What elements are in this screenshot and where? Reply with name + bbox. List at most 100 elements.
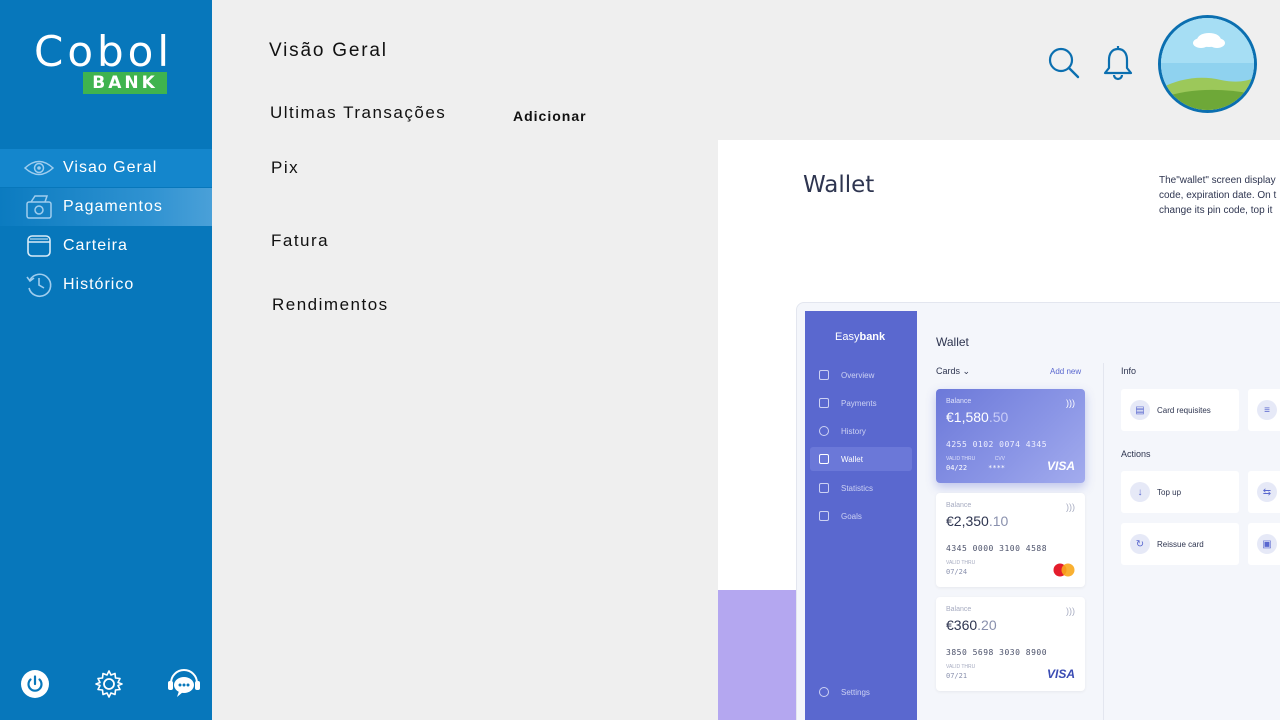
menu-fatura[interactable]: Fatura: [271, 231, 329, 251]
sidebar-item-label: Carteira: [63, 237, 128, 254]
card-valid-label: VALID THRU CVV: [946, 456, 1005, 462]
card-brand-visa: VISA: [1046, 459, 1075, 473]
card-expiry: 07/21: [946, 672, 968, 680]
add-button[interactable]: Adicionar: [513, 108, 587, 124]
mockup-cards-label: Cards ⌄: [936, 366, 970, 377]
gear-icon: [819, 687, 829, 697]
action-tile-label: Top up: [1157, 487, 1182, 497]
card-balance-whole: €2,350: [946, 513, 989, 529]
mockup-brand-light: Easy: [835, 331, 860, 343]
card-balance-label: Balance: [946, 398, 972, 405]
card-balance-whole: €360: [946, 617, 978, 633]
mastercard-logo-icon: [1053, 563, 1075, 577]
mockup-add-new: Add new: [1050, 367, 1082, 376]
card-balance-cents: .10: [988, 513, 1009, 529]
mockup-nav-label: Settings: [841, 687, 870, 697]
card-balance-cents: .20: [977, 617, 997, 633]
eye-icon: [24, 153, 54, 183]
card-number: 4345 0000 3100 4588: [946, 544, 1048, 553]
mockup-sidebar: Easybank Overview Payments History Walle…: [805, 311, 917, 720]
wallet-icon: [819, 454, 829, 464]
document-icon: ▤: [1130, 400, 1150, 420]
mockup-action-tile: ⇆: [1248, 471, 1280, 513]
card-balance-label: Balance: [946, 606, 972, 613]
mockup-action-tile: ▣: [1248, 523, 1280, 565]
sidebar-item-historico[interactable]: Histórico: [0, 266, 212, 304]
gear-icon[interactable]: [91, 666, 127, 702]
card-balance: €1,580.50: [946, 409, 1008, 425]
contactless-icon: ))): [1066, 398, 1075, 408]
brand-logo[interactable]: Cobol BANK: [34, 30, 174, 100]
contactless-icon: ))): [1066, 502, 1075, 512]
menu-rendimentos[interactable]: Rendimentos: [272, 295, 389, 315]
lock-icon: ▣: [1257, 534, 1277, 554]
card-brand-visa: VISA: [1046, 667, 1075, 681]
card-expiry: 07/24: [946, 568, 968, 576]
brand-badge: BANK: [83, 72, 167, 94]
preview-description-line: change its pin code, top it: [1159, 205, 1273, 216]
brand-name: Cobol: [34, 27, 174, 76]
card-expiry: 04/22 ****: [946, 464, 1005, 472]
card-valid-label: VALID THRU: [946, 560, 976, 566]
card-number: 4255 0102 0074 4345: [946, 440, 1048, 449]
history-icon: [819, 426, 829, 436]
mockup-nav-overview: Overview: [810, 363, 912, 387]
mockup-main-title: Wallet: [936, 335, 969, 349]
wallet-app-mockup: Easybank Overview Payments History Walle…: [796, 302, 1280, 720]
mockup-nav-label: Goals: [841, 511, 862, 521]
mockup-nav-history: History: [810, 419, 912, 443]
card-cvv-label: CVV: [994, 456, 1005, 462]
mockup-cards-label-text: Cards: [936, 366, 961, 376]
divider: [1103, 363, 1104, 720]
wallet-preview-image: Wallet The"wallet" screen display code, …: [718, 140, 1280, 720]
refresh-icon: ↻: [1130, 534, 1150, 554]
sidebar-item-carteira[interactable]: Carteira: [0, 227, 212, 265]
preview-description-line: code, expiration date. On t: [1159, 190, 1277, 201]
preview-description-line: The"wallet" screen display: [1159, 175, 1276, 186]
statistics-icon: [819, 483, 829, 493]
chevron-down-icon: ⌄: [962, 366, 971, 376]
card-balance: €2,350.10: [946, 513, 1008, 529]
sidebar-item-pagamentos[interactable]: Pagamentos: [0, 188, 212, 226]
mockup-actions-label: Actions: [1121, 449, 1151, 459]
card-expiry-value: 04/22: [946, 464, 968, 472]
sidebar: Cobol BANK Visao Geral Pagamentos Cartei…: [0, 0, 212, 720]
card-number: 3850 5698 3030 8900: [946, 648, 1048, 657]
action-tile-label: Reissue card: [1157, 539, 1204, 549]
mockup-nav-wallet: Wallet: [810, 447, 912, 471]
mockup-nav-goals: Goals: [810, 504, 912, 528]
mockup-action-tile: ↻ Reissue card: [1121, 523, 1239, 565]
mockup-info-tile: ▤ Card requisites: [1121, 389, 1239, 431]
mockup-nav-label: History: [841, 426, 866, 436]
menu-ultimas-transacoes[interactable]: Ultimas Transações: [270, 103, 446, 123]
mockup-nav-payments: Payments: [810, 391, 912, 415]
menu-pix[interactable]: Pix: [271, 158, 299, 178]
mockup-nav-label: Wallet: [841, 454, 863, 464]
wallet-icon: [24, 231, 54, 261]
mockup-nav-settings: Settings: [810, 680, 912, 704]
search-icon[interactable]: [1046, 45, 1082, 81]
money-icon: [24, 192, 54, 222]
mockup-brand-bold: bank: [859, 331, 886, 343]
user-avatar[interactable]: [1158, 15, 1257, 113]
star-icon: [819, 511, 829, 521]
sidebar-item-label: Pagamentos: [63, 198, 163, 215]
preview-title: Wallet: [803, 172, 875, 198]
mockup-nav-label: Payments: [841, 398, 877, 408]
sidebar-item-visao-geral[interactable]: Visao Geral: [0, 149, 212, 187]
transfer-icon: ⇆: [1257, 482, 1277, 502]
bell-icon[interactable]: [1101, 44, 1135, 82]
power-icon[interactable]: [17, 666, 53, 702]
card-balance-label: Balance: [946, 502, 972, 509]
mockup-card: Balance €360.20 ))) 3850 5698 3030 8900 …: [936, 597, 1085, 691]
mockup-nav-statistics: Statistics: [810, 476, 912, 500]
card-cvv-value: ****: [988, 464, 1006, 472]
sidebar-item-label: Visao Geral: [63, 159, 158, 176]
decorative-block: [718, 590, 798, 720]
mockup-action-tile: ↓ Top up: [1121, 471, 1239, 513]
arrow-down-icon: ↓: [1130, 482, 1150, 502]
mockup-nav-label: Overview: [841, 370, 875, 380]
card-balance: €360.20: [946, 617, 997, 633]
support-chat-icon[interactable]: [166, 666, 202, 702]
card-valid-label: VALID THRU: [946, 664, 976, 670]
